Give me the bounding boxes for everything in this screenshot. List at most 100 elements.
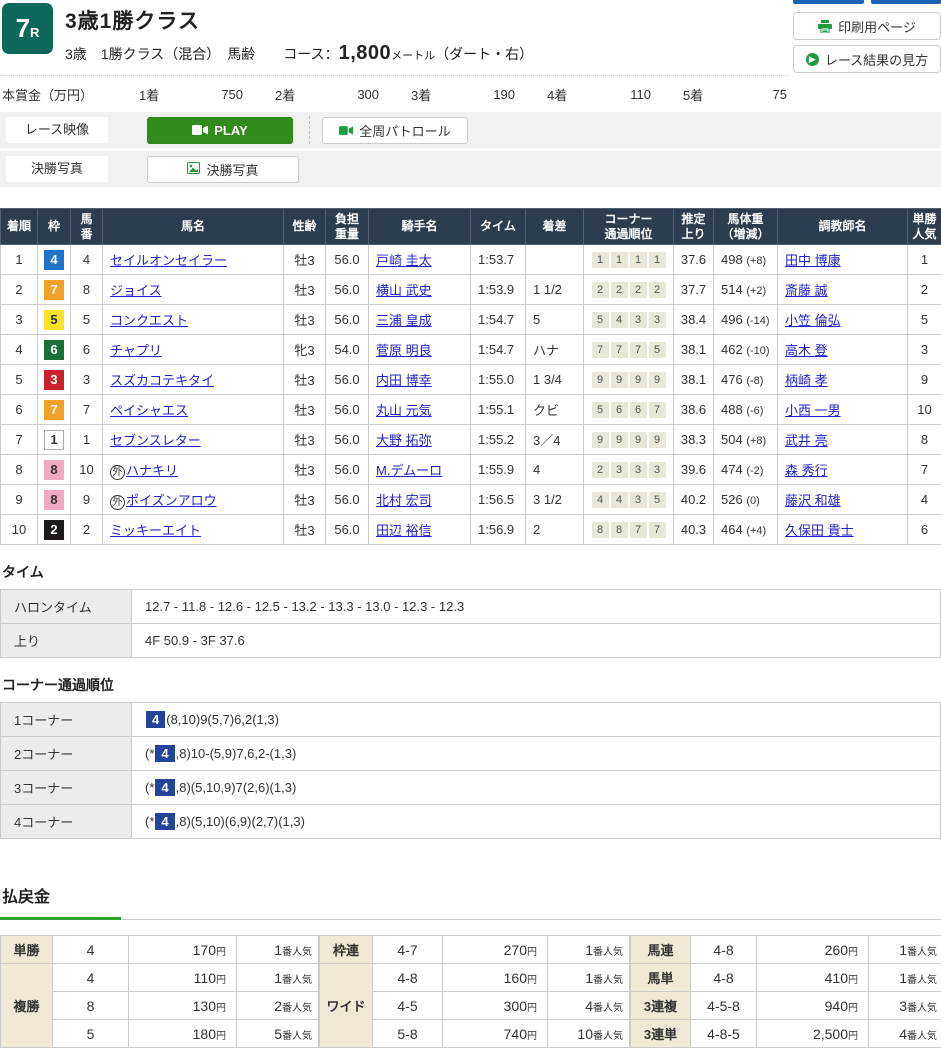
header-right-buttons: 印刷用ページ ▶ レース結果の見方 [793, 0, 941, 78]
horse-name-link[interactable]: セブンスレター [110, 433, 201, 448]
jockey-link[interactable]: 北村 宏司 [376, 493, 432, 508]
jockey-link[interactable]: 横山 武史 [376, 283, 432, 298]
trainer-cell: 久保田 貴士 [778, 515, 908, 545]
horse-name-link[interactable]: スズカコテキタイ [110, 373, 214, 388]
col-header-last3f: 推定 上り [674, 209, 714, 245]
jockey-link[interactable]: 三浦 皇成 [376, 313, 432, 328]
yen-suffix: 円 [216, 1031, 226, 1042]
corner-pos: 1 [630, 252, 647, 268]
print-page-button[interactable]: 印刷用ページ [793, 12, 941, 40]
finish-position: 1 [1, 245, 38, 275]
ninki-suffix: 番人気 [282, 947, 312, 958]
prize-label: 本賞金（万円） [2, 85, 93, 104]
trainer-link[interactable]: 高木 登 [785, 343, 828, 358]
prize-place: 5着 [683, 85, 745, 104]
partial-tab-1[interactable] [793, 0, 864, 4]
horse-name-link[interactable]: セイルオンセイラー [110, 253, 227, 268]
corner-pos: 3 [630, 462, 647, 478]
horse-number: 9 [71, 485, 103, 515]
prize-amount: 110 [609, 87, 651, 102]
jockey-cell: 田辺 裕信 [369, 515, 471, 545]
horse-name-cell: セイルオンセイラー [103, 245, 284, 275]
partial-tab-2[interactable] [871, 0, 941, 4]
trainer-link[interactable]: 藤沢 和雄 [785, 493, 841, 508]
jockey-link[interactable]: 田辺 裕信 [376, 523, 432, 538]
horse-weight-diff: (+8) [746, 435, 766, 447]
corner-pos: 6 [630, 402, 647, 418]
table-row: 9 8 9 外ポイズンアロウ 牡3 56.0 北村 宏司 1:56.5 3 1/… [1, 485, 941, 515]
jockey-cell: 三浦 皇成 [369, 305, 471, 335]
corner-pos: 6 [611, 402, 628, 418]
horse-name-link[interactable]: ミッキーエイト [110, 523, 201, 538]
trainer-link[interactable]: 柄崎 孝 [785, 373, 828, 388]
corner-positions: 9999 [584, 425, 674, 455]
horse-name-cell: ミッキーエイト [103, 515, 284, 545]
bet-selection: 4-8 [691, 936, 757, 964]
fukusho-label: 複勝 [1, 964, 53, 1048]
jockey-link[interactable]: 大野 拓弥 [376, 433, 432, 448]
horse-name-link[interactable]: ジョイス [110, 283, 162, 298]
corner-pos: 7 [611, 342, 628, 358]
finish-photo-label: 決勝写真 [6, 156, 108, 182]
table-row: 1コーナー4(8,10)9(5,7)6,2(1,3) [1, 703, 941, 737]
col-header-corners: コーナー 通過順位 [584, 209, 674, 245]
trainer-cell: 柄崎 孝 [778, 365, 908, 395]
play-button[interactable]: PLAY [147, 117, 293, 144]
race-track-type: （ダート・右） [435, 46, 533, 62]
trainer-link[interactable]: 久保田 貴士 [785, 523, 854, 538]
ninki-suffix: 番人気 [907, 975, 937, 986]
corner-label: 2コーナー [1, 737, 132, 771]
payout-table-middle: 枠連 4-7 270円 1番人気 ワイド 4-8 160円 1番人気 4-5 3… [319, 935, 630, 1048]
patrol-video-button[interactable]: 全周パトロール [322, 117, 468, 144]
corner-pos: 2 [649, 282, 666, 298]
trainer-link[interactable]: 斎藤 誠 [785, 283, 828, 298]
payout-title-underline [0, 919, 941, 920]
payout-tables: 単勝 4 170円 1番人気 複勝 4 110円 1番人気 8 130円 2番人… [0, 935, 941, 1048]
corner-positions: 2222 [584, 275, 674, 305]
jockey-link[interactable]: 内田 博幸 [376, 373, 432, 388]
payout-popularity: 1番人気 [548, 964, 630, 992]
bet-selection: 4 [53, 936, 129, 964]
yen-suffix: 円 [527, 1031, 537, 1042]
sex-age: 牝3 [284, 335, 326, 365]
jockey-link[interactable]: 菅原 明良 [376, 343, 432, 358]
horse-name-link[interactable]: チャプリ [110, 343, 162, 358]
horse-weight: 474 (-2) [714, 455, 778, 485]
horse-weight-value: 514 [721, 282, 743, 297]
jockey-link[interactable]: M.デムーロ [376, 463, 442, 478]
amount-value: 260 [825, 942, 848, 958]
bracket-badge: 7 [44, 280, 64, 300]
trainer-link[interactable]: 小西 一男 [785, 403, 841, 418]
trainer-link[interactable]: 森 秀行 [785, 463, 828, 478]
horse-name-link[interactable]: コンクエスト [110, 313, 188, 328]
race-results-table: 着順 枠 馬 番 馬名 性齢 負担 重量 騎手名 タイム 着差 コーナー 通過順… [0, 208, 941, 545]
jockey-link[interactable]: 丸山 元気 [376, 403, 432, 418]
payout-amount: 270円 [443, 936, 548, 964]
horse-name-link[interactable]: ポイズンアロウ [126, 493, 217, 508]
trainer-link[interactable]: 小笠 倫弘 [785, 313, 841, 328]
bet-selection: 4-8 [691, 964, 757, 992]
jockey-link[interactable]: 戸崎 圭太 [376, 253, 432, 268]
finish-photo-button[interactable]: 決勝写真 [147, 156, 299, 183]
trainer-link[interactable]: 田中 博康 [785, 253, 841, 268]
trainer-cell: 森 秀行 [778, 455, 908, 485]
corner-pos: 5 [649, 492, 666, 508]
corner-pos: 9 [611, 372, 628, 388]
payout-popularity: 2番人気 [237, 992, 319, 1020]
trainer-link[interactable]: 武井 亮 [785, 433, 828, 448]
race-number-badge: 7R [2, 3, 53, 54]
payout-amount: 940円 [757, 992, 869, 1020]
horse-weight: 498 (+8) [714, 245, 778, 275]
popularity: 8 [908, 425, 941, 455]
horse-weight: 514 (+2) [714, 275, 778, 305]
horse-name-link[interactable]: ハナキリ [126, 463, 178, 478]
result-guide-button[interactable]: ▶ レース結果の見方 [793, 45, 941, 73]
printer-icon [818, 20, 832, 33]
horse-weight-value: 498 [721, 252, 743, 267]
corner-positions: 5667 [584, 395, 674, 425]
finish-position: 5 [1, 365, 38, 395]
corner-order-value: (*4,8)(5,10,9)7(2,6)(1,3) [132, 771, 941, 805]
horse-weight-value: 476 [721, 372, 743, 387]
payout-title: 払戻金 [2, 883, 941, 907]
horse-name-link[interactable]: ペイシャエス [110, 403, 188, 418]
